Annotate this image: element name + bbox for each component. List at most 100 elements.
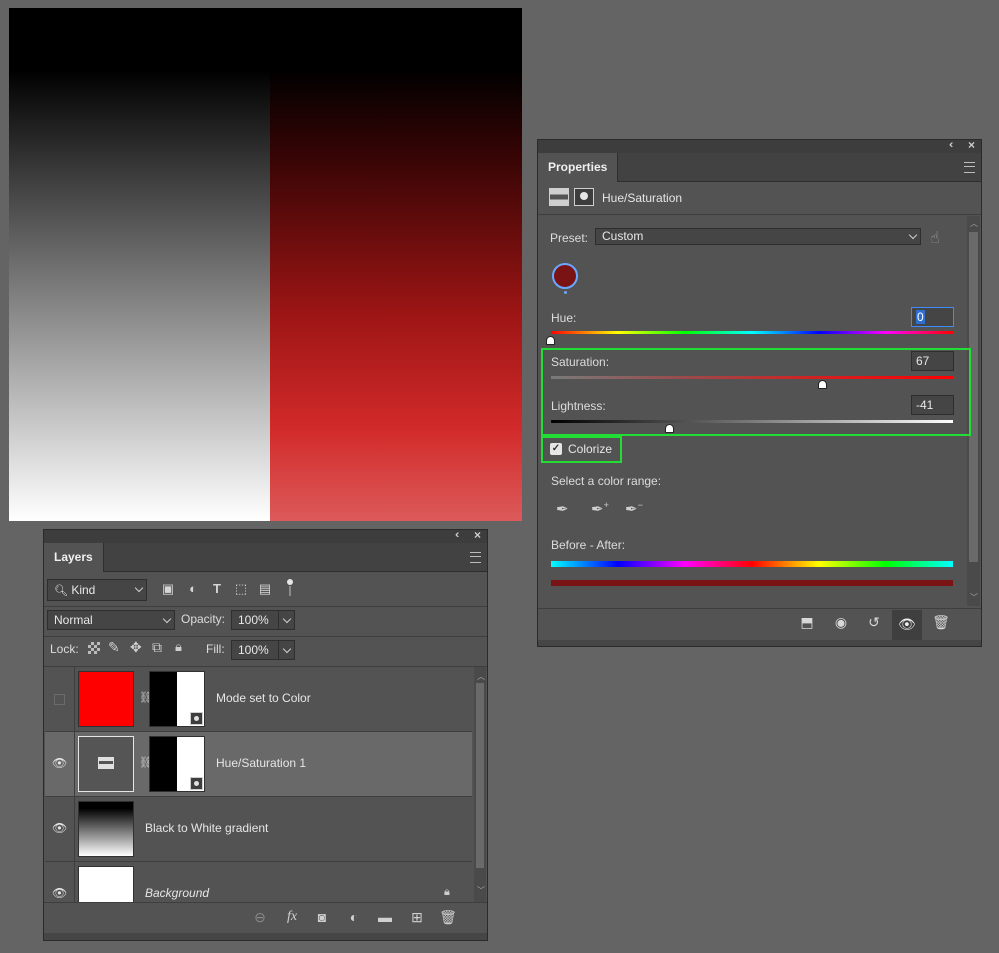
layer-name[interactable]: Mode set to Color [216,691,311,705]
layer-row-black-to-white-gradient[interactable]: 👁︎ Black to White gradient [45,797,472,862]
tab-layers[interactable]: Layers [44,543,104,572]
colorize-checkbox[interactable]: ✓ [550,443,562,455]
link-icon[interactable]: ⛓︎ [139,691,153,704]
add-to-sample-eyedropper-icon[interactable]: ✒︎+ [591,500,613,522]
eyedropper-icon[interactable]: ✒︎ [556,500,578,522]
hue-slider[interactable] [551,331,953,334]
view-previous-state-icon[interactable]: ◉ [830,614,852,631]
layers-tab-bar: Layers [44,543,487,572]
new-adjustment-layer-icon[interactable]: ◐ [345,909,363,925]
eye-icon[interactable]: 👁︎ [52,821,67,835]
close-icon[interactable]: × [474,528,481,542]
visibility-toggle-off[interactable] [54,694,65,705]
divider [74,667,75,731]
shape-layer-filter-icon[interactable]: ⬚ [233,581,249,597]
mask-badge-icon [190,777,203,790]
lock-image-pixels-icon[interactable]: ✎ [108,639,120,656]
before-after-label: Before - After: [551,538,626,552]
blend-mode-select[interactable]: Normal [47,610,175,630]
visibility-button[interactable]: 👁︎ [892,610,922,640]
new-group-icon[interactable]: ▬ [376,909,394,925]
hue-saturation-icon[interactable] [549,188,569,206]
fill-field[interactable]: 100% [231,640,295,660]
preset-value: Custom [602,229,644,243]
divider [74,797,75,861]
layer-row-hue-saturation-1[interactable]: 👁︎ ⛓︎ Hue/Saturation 1 [45,732,472,797]
filter-kind-value: Kind [71,583,96,597]
close-icon[interactable]: × [968,138,975,152]
link-layers-icon[interactable]: ⊖ [251,909,269,926]
divider [538,214,981,215]
lock-transparent-pixels-icon[interactable] [88,642,100,654]
collapse-icon[interactable]: ‹‹ [455,529,460,541]
layer-mask-thumbnail[interactable] [149,671,205,727]
subtract-from-sample-eyedropper-icon[interactable]: ✒︎− [625,500,647,522]
resize-grip[interactable] [44,933,487,940]
saturation-lightness-highlight [541,348,971,436]
hue-slider-thumb[interactable] [546,336,555,345]
lock-all-icon[interactable]: 🔒︎ [175,639,182,655]
background-thumbnail[interactable] [78,866,134,903]
eye-icon[interactable]: 👁︎ [52,886,67,900]
chevron-down-icon [134,583,144,593]
trash-icon[interactable]: 🗑︎ [930,614,952,631]
fx-icon[interactable]: fx [283,909,301,925]
new-layer-icon[interactable]: ⊞ [408,909,426,926]
eye-icon[interactable]: 👁︎ [52,756,67,770]
scroll-down-icon[interactable]: ﹀ [477,885,485,896]
panel-menu-icon[interactable] [964,162,975,173]
pixel-layer-filter-icon[interactable]: ▣ [160,581,176,597]
mask-dot [580,192,588,200]
lock-position-icon[interactable]: ✥ [130,639,142,656]
properties-tab-bar: Properties [538,153,981,182]
layer-list-scrollbar[interactable]: ︿ ﹀ [474,667,486,903]
properties-panel: ‹‹ × Properties Hue/Saturation ︿ ﹀ Prese… [537,138,982,647]
trash-icon[interactable]: 🗑︎ [439,909,457,926]
scrollbar-thumb[interactable] [476,683,484,868]
lock-label: Lock: [50,642,79,656]
document-canvas[interactable] [9,8,522,521]
colorize-label[interactable]: Colorize [568,442,612,456]
opacity-label: Opacity: [181,612,226,626]
layer-name[interactable]: Background [145,886,209,900]
layer-row-mode-set-to-color[interactable]: ⛓︎ Mode set to Color [45,667,472,732]
fill-value: 100% [238,643,269,657]
smart-object-filter-icon[interactable]: ▤ [257,581,273,597]
layer-name[interactable]: Hue/Saturation 1 [216,756,306,770]
tab-properties[interactable]: Properties [538,153,619,182]
targeted-adjustment-hand-icon[interactable]: ☝︎ [930,228,940,248]
layer-row-background[interactable]: 👁︎ Background 🔒︎ [45,862,472,903]
collapse-icon[interactable]: ‹‹ [949,139,954,151]
link-icon[interactable]: ⛓︎ [139,756,153,769]
mask-icon[interactable] [574,188,594,206]
chevron-down-icon[interactable] [282,614,292,624]
scroll-up-icon[interactable]: ︿ [970,218,978,229]
hue-value: 0 [916,310,925,324]
filter-kind-select[interactable]: 🔍︎ Kind [47,579,147,601]
color-fill-thumbnail[interactable] [78,671,134,727]
add-mask-icon[interactable]: ◙ [313,909,331,925]
prevent-artboard-nesting-icon[interactable]: ⧉ [152,639,162,656]
layer-name[interactable]: Black to White gradient [145,821,268,835]
lock-icon: 🔒︎ [444,886,450,898]
resize-grip[interactable] [538,640,981,646]
chevron-down-icon[interactable] [282,644,292,654]
layer-mask-thumbnail[interactable] [149,736,205,792]
type-layer-filter-icon[interactable]: T [209,581,225,597]
scroll-down-icon[interactable]: ﹀ [970,592,978,603]
adjustment-layer-filter-icon[interactable]: ◐ [185,581,201,597]
preset-select[interactable]: Custom [595,228,921,245]
clip-to-layer-icon[interactable]: ⬒ [796,614,818,631]
adjustment-thumbnail[interactable] [78,736,134,792]
hue-label: Hue: [551,311,577,325]
colorize-swatch[interactable] [552,263,578,289]
search-icon: 🔍︎ [54,585,68,597]
gradient-thumbnail[interactable] [78,801,134,857]
scroll-up-icon[interactable]: ︿ [477,671,485,682]
opacity-field[interactable]: 100% [231,610,295,630]
reset-icon[interactable]: ↺ [863,614,885,631]
hue-field[interactable]: 0 [911,307,954,327]
divider [278,641,279,659]
filter-toggle-icon[interactable] [287,579,293,585]
panel-menu-icon[interactable] [470,552,481,563]
